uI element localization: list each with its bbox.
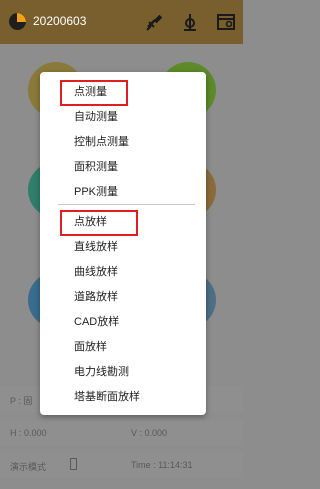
menu-item-point-stakeout[interactable]: 点放样 (74, 215, 107, 229)
menu-divider (58, 204, 195, 205)
top-bar: 20200603 (0, 0, 243, 44)
mode-row: 演示模式 Time : 11:14:31 (0, 452, 243, 478)
v-value: V : 0.000 (131, 428, 168, 438)
time-label: Time : 11:14:31 (131, 460, 193, 470)
menu-item-line-stakeout[interactable]: 直线放样 (74, 240, 118, 254)
h-value: H : 0.000 (10, 428, 47, 438)
menu-item-surface-stakeout[interactable]: 面放样 (74, 340, 107, 354)
measure-stakeout-menu: 点测量 自动测量 控制点测量 面积测量 PPK测量 点放样 直线放样 曲线放样 … (40, 72, 206, 415)
menu-item-point-measure[interactable]: 点测量 (74, 85, 107, 99)
menu-item-control-point-measure[interactable]: 控制点测量 (74, 135, 129, 149)
menu-item-area-measure[interactable]: 面积测量 (74, 160, 118, 174)
project-title: 20200603 (33, 14, 87, 28)
menu-item-curve-stakeout[interactable]: 曲线放样 (74, 265, 118, 279)
battery-icon (70, 458, 77, 470)
menu-item-power-line-survey[interactable]: 电力线勘测 (74, 365, 129, 379)
menu-item-cad-stakeout[interactable]: CAD放样 (74, 315, 119, 329)
menu-item-tower-section-stakeout[interactable]: 塔基断面放样 (74, 390, 140, 404)
menu-item-ppk-measure[interactable]: PPK测量 (74, 185, 118, 199)
satellite-icon[interactable] (145, 12, 165, 32)
menu-item-road-stakeout[interactable]: 道路放样 (74, 290, 118, 304)
app-logo-icon (9, 13, 26, 30)
antenna-icon[interactable] (180, 12, 200, 32)
mode-label: 演示模式 (10, 462, 47, 472)
menu-item-auto-measure[interactable]: 自动测量 (74, 110, 118, 124)
settings-panel-icon[interactable] (216, 12, 236, 32)
solution-status: P : 固 (10, 396, 33, 406)
coordinates-row: H : 0.000 V : 0.000 (0, 420, 243, 446)
